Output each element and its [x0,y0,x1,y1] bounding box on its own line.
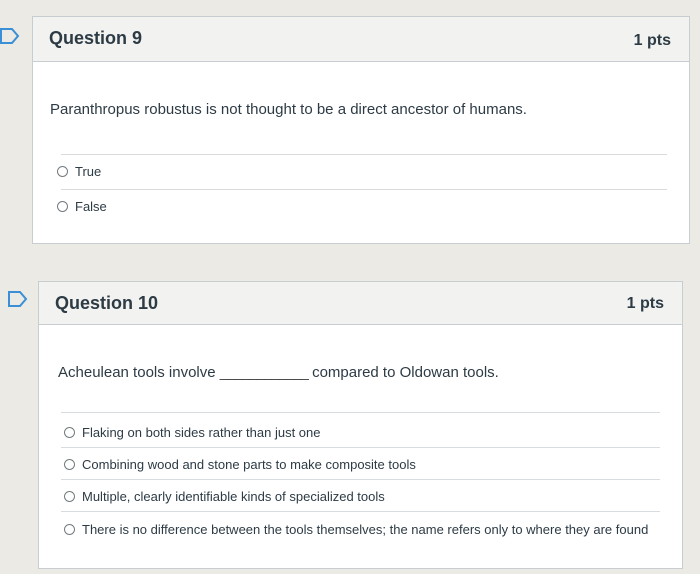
divider [61,189,667,190]
radio-button-icon[interactable] [64,524,75,535]
question-10-title: Question 10 [55,293,159,313]
bookmark-flag-icon[interactable] [8,291,28,307]
divider [61,447,660,448]
question-9-card: Question 9 1 pts Paranthropus robustus i… [32,16,690,244]
question-10-card: Question 10 1 pts Acheulean tools involv… [38,281,683,569]
answer-option[interactable]: Flaking on both sides rather than just o… [64,425,320,440]
question-9-title: Question 9 [49,28,143,48]
question-10-text: Acheulean tools involve ____________ com… [58,364,499,381]
question-9-header: Question 9 1 pts [33,17,689,62]
divider [61,511,660,512]
answer-label: Combining wood and stone parts to make c… [82,457,416,472]
radio-button-icon[interactable] [57,166,68,177]
radio-button-icon[interactable] [57,201,68,212]
divider [61,154,667,155]
answer-option[interactable]: False [57,199,107,214]
radio-button-icon[interactable] [64,491,75,502]
divider [61,412,660,413]
question-9-points: 1 pts [633,32,671,49]
answer-label: Flaking on both sides rather than just o… [82,425,321,440]
answer-option[interactable]: Multiple, clearly identifiable kinds of … [64,489,385,504]
question-10-header: Question 10 1 pts [39,282,682,325]
question-9-text: Paranthropus robustus is not thought to … [50,101,527,118]
answer-option[interactable]: True [57,164,101,179]
answer-option[interactable]: There is no difference between the tools… [64,522,648,537]
answer-label: True [75,164,102,179]
answer-label: Multiple, clearly identifiable kinds of … [82,489,385,504]
answer-label: There is no difference between the tools… [82,522,649,537]
answer-option[interactable]: Combining wood and stone parts to make c… [64,457,416,472]
question-10-text-after: compared to Oldowan tools. [312,364,499,381]
answer-label: False [75,199,107,214]
radio-button-icon[interactable] [64,427,75,438]
divider [61,479,660,480]
question-10-text-before: Acheulean tools involve [58,364,216,381]
question-10-points: 1 pts [626,295,664,312]
answer-blank: ____________ [219,364,309,381]
bookmark-flag-icon[interactable] [0,28,20,44]
radio-button-icon[interactable] [64,459,75,470]
